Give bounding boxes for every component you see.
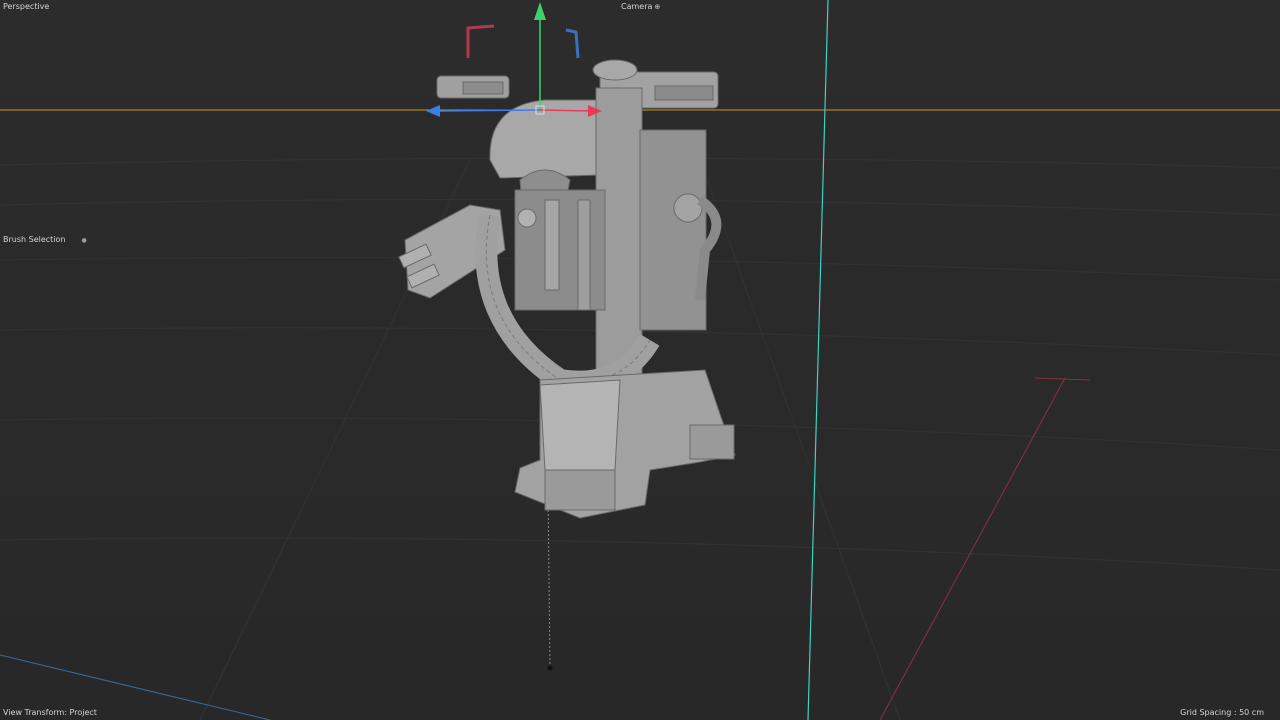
gizmo-z-arrow-icon[interactable] bbox=[426, 105, 440, 117]
world-x-axis-tip bbox=[1034, 377, 1091, 381]
world-x-axis-line bbox=[879, 377, 1066, 720]
brush-selection-hud[interactable]: Brush Selection ● bbox=[2, 235, 90, 246]
mech-model[interactable] bbox=[398, 59, 736, 519]
view-transform-label: View Transform: Project bbox=[3, 708, 97, 717]
gizmo-y-arrow-icon[interactable] bbox=[534, 2, 546, 20]
gizmo-plane-xy-handle[interactable] bbox=[466, 24, 495, 58]
gizmo-x-axis[interactable] bbox=[539, 109, 593, 112]
gizmo-z-axis[interactable] bbox=[437, 109, 541, 112]
viewport-name-label[interactable]: Perspective bbox=[3, 2, 49, 12]
camera-options-icon[interactable]: ⊕ bbox=[654, 2, 660, 12]
gizmo-plane-zy-handle[interactable] bbox=[565, 28, 580, 59]
grid-spacing-label: Grid Spacing : 50 cm bbox=[1180, 708, 1264, 717]
3d-viewport[interactable]: Perspective Camera ⊕ Brush Selection ● Vie… bbox=[0, 0, 1280, 720]
pivot-drop-line bbox=[547, 489, 551, 669]
pivot-ground-point bbox=[547, 665, 553, 671]
camera-label: Camera bbox=[621, 2, 653, 11]
brush-selection-label: Brush Selection bbox=[3, 235, 66, 244]
chevron-icon[interactable]: ● bbox=[82, 236, 87, 246]
camera-menu[interactable]: Camera ⊕ bbox=[621, 2, 660, 12]
viewport-scene[interactable] bbox=[0, 0, 1280, 720]
vertical-guide-line bbox=[807, 0, 829, 720]
